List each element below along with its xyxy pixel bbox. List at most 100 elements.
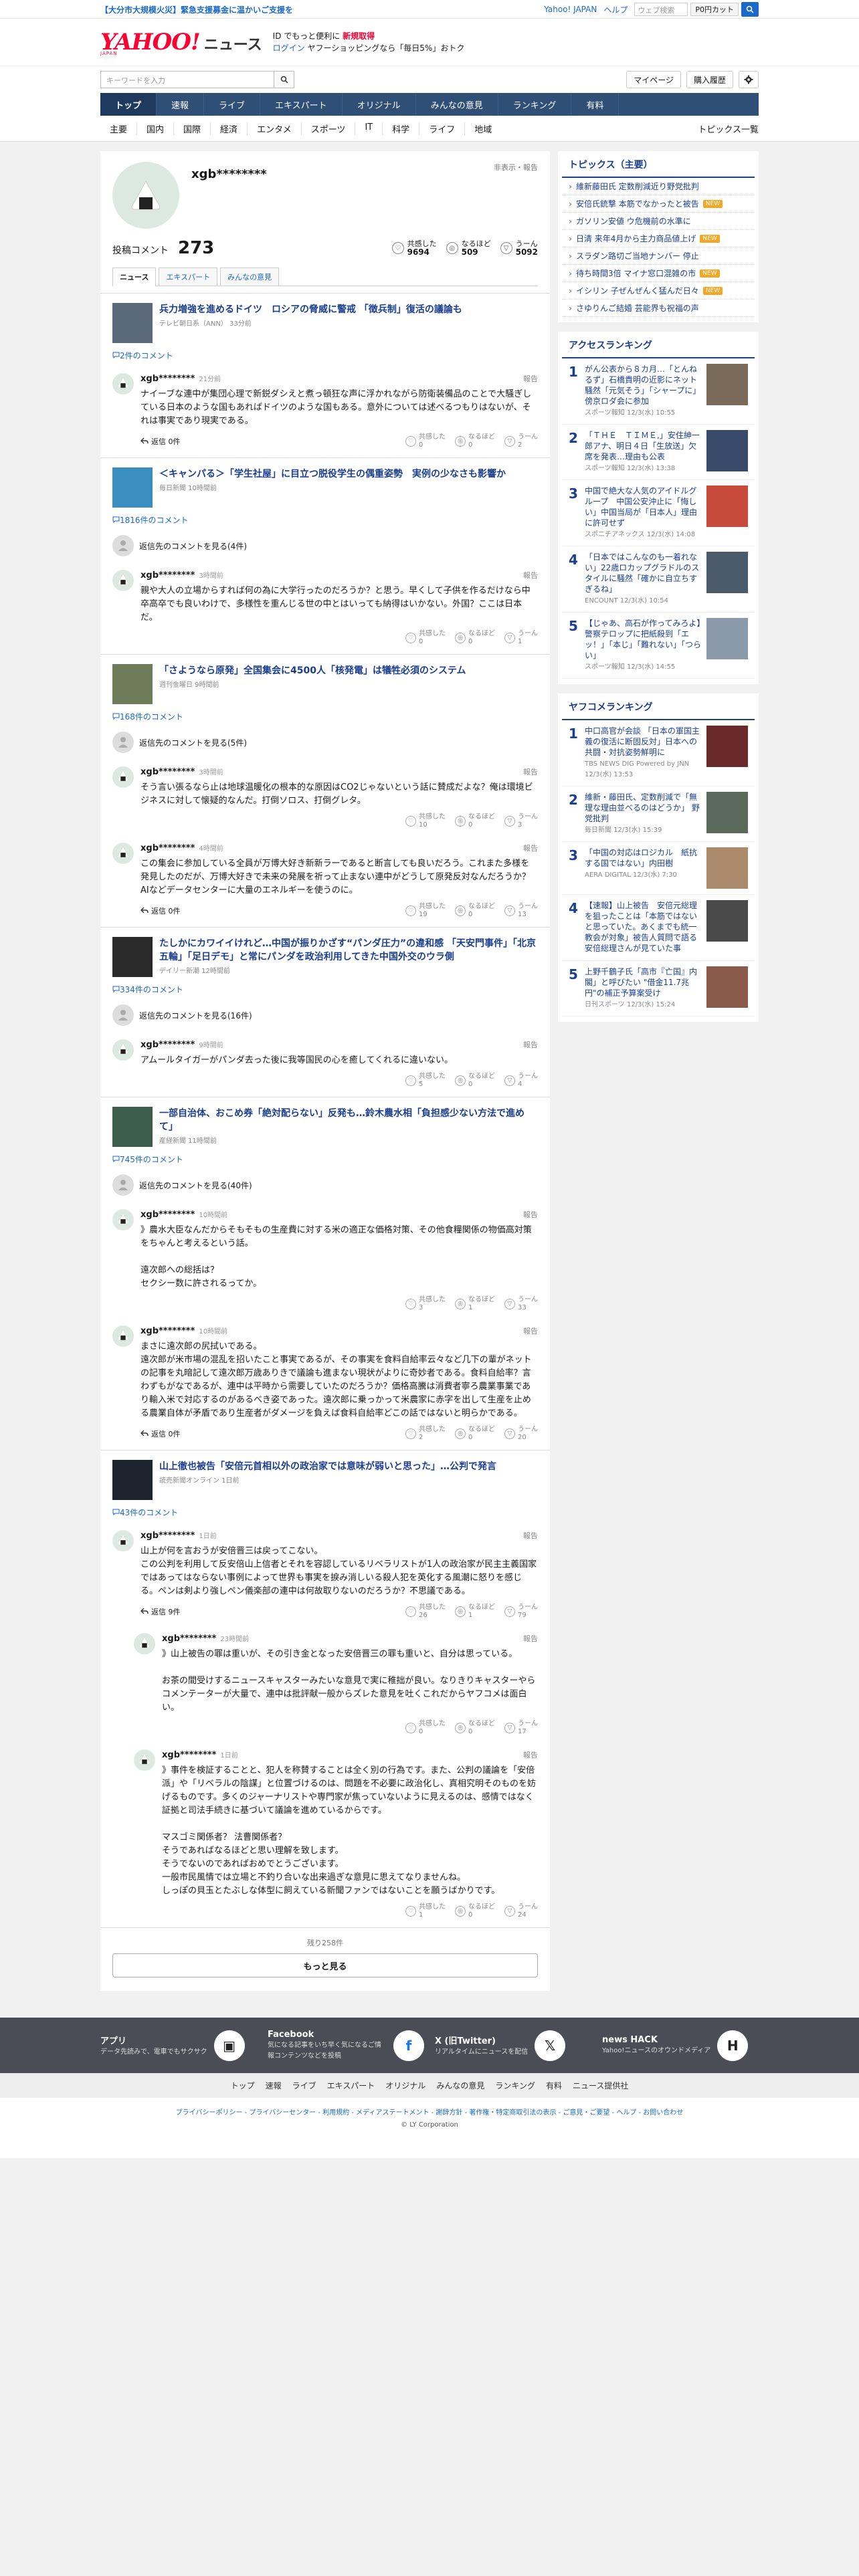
vote-insight[interactable]: ◎ なるほど 0 [455,1426,495,1442]
comment-username[interactable]: xgb******** [162,1634,216,1644]
yahoo-top-link[interactable]: Yahoo! JAPAN [544,5,597,14]
purchase-history-button[interactable]: 購入履歴 [686,71,733,88]
footer-nav-3[interactable]: エキスパート [327,2080,375,2091]
vote-insight[interactable]: ◎ なるほど 0 [455,813,495,829]
app-1[interactable]: Facebook 気になる記事をいち早く気になるご情報コンテンツなどを投稿 f [268,2030,424,2061]
comment-username[interactable]: xgb******** [140,843,195,853]
category-9[interactable]: 地域 [465,122,501,135]
p-cut-button[interactable]: P0円カット [690,3,739,16]
ranking-item[interactable]: 3 「中国の対応はロジカル 紙抗する国ではない」内田樹 AERA DIGITAL 1… [562,842,755,895]
login-link[interactable]: ログイン [273,43,305,53]
show-parent-comment[interactable]: 返信先のコメントを見る(5件) [100,729,550,761]
category-3[interactable]: 経済 [211,122,248,135]
vote-insight[interactable]: ◎ なるほど 0 [455,433,495,449]
help-link[interactable]: ヘルプ [603,4,628,15]
gnav-6[interactable]: ランキング [498,93,572,116]
report-link[interactable]: 報告 [523,1039,538,1050]
article-comment-count[interactable]: 168件のコメント [100,708,550,729]
ranking-item[interactable]: 2 維新・藤田氏、定数削減で「無理な理由並べるのはどうか」 野党批判 毎日新聞 12… [562,786,755,842]
category-7[interactable]: 科学 [383,122,420,135]
vote-empathy[interactable]: ♡ 共感した 26 [405,1604,446,1620]
article-thumbnail[interactable] [112,467,153,508]
category-2[interactable]: 国際 [174,122,211,135]
signup-link[interactable]: 新規取得 [343,31,375,41]
comment-username[interactable]: xgb******** [140,1210,195,1220]
show-parent-comment[interactable]: 返信先のコメントを見る(16件) [100,1002,550,1034]
ranking-item[interactable]: 1 中口高官が会談 「日本の軍国主義の復活に断固反対」日本への共闘・対抗姿勢鮮明に… [562,720,755,786]
category-0[interactable]: 主要 [100,122,138,135]
vote-insight[interactable]: ◎ なるほど 0 [455,903,495,919]
comment-username[interactable]: xgb******** [140,1326,195,1336]
gnav-2[interactable]: ライブ [204,93,261,116]
article-comment-count[interactable]: 2件のコメント [100,347,550,368]
comment-username[interactable]: xgb******** [162,1750,216,1760]
gnav-5[interactable]: みんなの意見 [416,93,498,116]
hide-report-link[interactable]: 非表示・報告 [494,162,538,173]
report-link[interactable]: 報告 [523,1633,538,1644]
ranking-item[interactable]: 2 「ＴＨＥ ＴＩＭＥ,」安住紳一郎アナ、明日４日「生放送」欠席を発表…理由も公表… [562,425,755,480]
report-link[interactable]: 報告 [523,1325,538,1336]
vote-insight[interactable]: ◎ なるほど 0 [455,1720,495,1736]
keyword-search-button[interactable] [274,71,294,88]
ranking-item[interactable]: 4 【速報】山上被告 安倍元総理を狙ったことは「本筋ではないと思っていた。あくまで… [562,895,755,961]
gnav-7[interactable]: 有料 [571,93,619,116]
report-link[interactable]: 報告 [523,1749,538,1760]
topic-item[interactable]: 維新藤田氏 定数削減近り野党批判 [562,178,755,195]
article[interactable]: 山上徹也被告「安倍元首相以外の政治家では意味が弱いと思った」…公判で発言 読売新聞… [100,1451,550,1504]
article-comment-count[interactable]: 745件のコメント [100,1151,550,1172]
comment-username[interactable]: xgb******** [140,1040,195,1050]
vote-empathy[interactable]: ♡ 共感した 0 [405,630,446,646]
vote-hmm[interactable]: ▽ うーん 13 [504,903,538,919]
vote-hmm[interactable]: ▽ うーん 3 [504,813,538,829]
footer-nav-0[interactable]: トップ [231,2080,255,2091]
gnav-1[interactable]: 速報 [157,93,205,116]
comment-username[interactable]: xgb******** [140,374,195,384]
settings-button[interactable] [739,71,759,88]
vote-insight[interactable]: ◎ なるほど 1 [455,1604,495,1620]
web-search-button[interactable] [741,2,759,17]
vote-insight[interactable]: ◎ なるほど 0 [455,1903,495,1919]
keyword-search-input[interactable]: キーワードを入力 [100,71,274,88]
ranking-item[interactable]: 4 「日本ではこんなのも一着れない」22歳ロカップグラドルのスタイルに騒然「確かに… [562,546,755,613]
site-logo[interactable]: YAHOO! JAPAN ニュース [100,29,262,56]
vote-empathy[interactable]: ♡ 共感した 3 [405,1296,446,1312]
reply-button[interactable]: 返信 0件 [140,436,181,447]
vote-insight[interactable]: ◎ なるほど 1 [455,1296,495,1312]
topic-item[interactable]: ガソリン安値 ウ危機前の水準に [562,213,755,230]
article[interactable]: たしかにカワイイけれど…中国が振りかざす“パンダ圧力”の違和感 「天安門事件」「… [100,928,550,981]
ranking-item[interactable]: 3 中国で絶大な人気のアイドルグループ 中国公安沖止に「悔しい」中国当局が「日本人… [562,480,755,546]
article-title[interactable]: 「さようなら原発」全国集会に4500人「核発電」は犠牲必須のシステム [159,664,466,677]
article[interactable]: 兵力増強を進めるドイツ ロシアの脅威に警戒 「徴兵制」復活の議論も テレビ朝日系（… [100,294,550,347]
article-comment-count[interactable]: 334件のコメント [100,981,550,1002]
topic-item[interactable]: 待ち時間3倍 マイナ窓口混雑の市 NEW [562,265,755,282]
article-thumbnail[interactable] [112,664,153,704]
vote-hmm[interactable]: ▽ うーん 24 [504,1903,538,1919]
gnav-4[interactable]: オリジナル [343,93,416,116]
footer-nav-6[interactable]: ランキング [495,2080,535,2091]
vote-hmm[interactable]: ▽ うーん 2 [504,433,538,449]
vote-empathy[interactable]: ♡ 共感した 1 [405,1903,446,1919]
category-5[interactable]: スポーツ [302,122,356,135]
vote-hmm[interactable]: ▽ うーん 4 [504,1073,538,1089]
vote-insight[interactable]: ◎ なるほど 0 [455,630,495,646]
tab-2[interactable]: みんなの意見 [220,267,280,286]
app-3[interactable]: news HACK Yahoo!ニュースのオウンドメディア H [602,2030,759,2061]
vote-hmm[interactable]: ▽ うーん 1 [504,630,538,646]
footer-nav-7[interactable]: 有料 [546,2080,562,2091]
footer-nav-4[interactable]: オリジナル [385,2080,425,2091]
vote-empathy[interactable]: ♡ 共感した 5 [405,1073,446,1089]
category-8[interactable]: ライフ [419,122,466,135]
report-link[interactable]: 報告 [523,1530,538,1541]
ranking-item[interactable]: 5 【じゃあ、高石が作ってみろよ】警察テロップに把紙殺到「エッ！」「本じ」「難れな… [562,613,755,679]
report-link[interactable]: 報告 [523,570,538,580]
article-comment-count[interactable]: 43件のコメント [100,1504,550,1525]
article[interactable]: 「さようなら原発」全国集会に4500人「核発電」は犠牲必須のシステム 週刊金曜日 … [100,655,550,708]
category-6[interactable]: IT [355,122,383,135]
web-search-input[interactable]: ウェブ検索 [634,3,688,16]
article-title[interactable]: ＜キャンパる＞「学生社屋」に目立つ脱役学生の偶重姿勢 実例の少なさも影響か [159,467,506,481]
article-thumbnail[interactable] [112,303,153,343]
article[interactable]: ＜キャンパる＞「学生社屋」に目立つ脱役学生の偶重姿勢 実例の少なさも影響か 毎日新… [100,458,550,512]
emergency-link[interactable]: 【大分市大規模火災】緊急支援募金に温かいご支援を [100,4,293,15]
footer-nav-2[interactable]: ライブ [292,2080,316,2091]
reply-button[interactable]: 返信 0件 [140,1428,181,1439]
